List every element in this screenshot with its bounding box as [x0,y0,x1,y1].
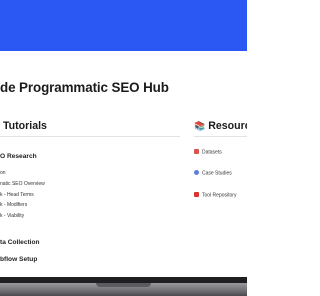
books-icon: 📚 [194,121,206,131]
resources-heading: 📚Resources [194,120,247,132]
section-webflow-setup[interactable]: bflow Setup [0,256,37,263]
laptop-screen: de Programmatic SEO Hub Tutorials 📚 Resou… [0,0,247,277]
tutorial-link-head-terms[interactable]: k - Head Terms [0,192,34,198]
resource-datasets[interactable]: Datasets [194,149,222,156]
resource-datasets-label: Datasets [202,149,222,156]
magnifier-icon [194,170,199,175]
resources-heading-label: Resources [208,120,247,132]
tutorial-link-viability[interactable]: k - Viability [0,213,24,219]
header-banner [0,0,247,51]
section-data-collection[interactable]: ta Collection [0,239,40,246]
tutorials-heading-label: Tutorials [3,120,47,132]
resources-divider [194,136,247,137]
resource-tool-repository[interactable]: Tool Repository [194,192,236,199]
toolbox-icon [194,192,199,197]
tutorials-divider [0,136,180,137]
laptop-opening-notch [96,283,151,287]
tutorial-link-overview[interactable]: natic SEO Overview [0,181,45,187]
tutorial-link-modifiers[interactable]: k - Modifiers [0,202,27,208]
resource-tool-repository-label: Tool Repository [202,192,237,199]
tutorials-heading: Tutorials [0,120,47,132]
tutorial-link-intro[interactable]: on [0,170,6,176]
section-seo-research[interactable]: O Research [0,153,37,160]
chart-icon [194,149,199,154]
resource-case-studies[interactable]: Case Studies [194,170,232,177]
resource-case-studies-label: Case Studies [202,170,232,177]
page-title: de Programmatic SEO Hub [0,80,169,95]
